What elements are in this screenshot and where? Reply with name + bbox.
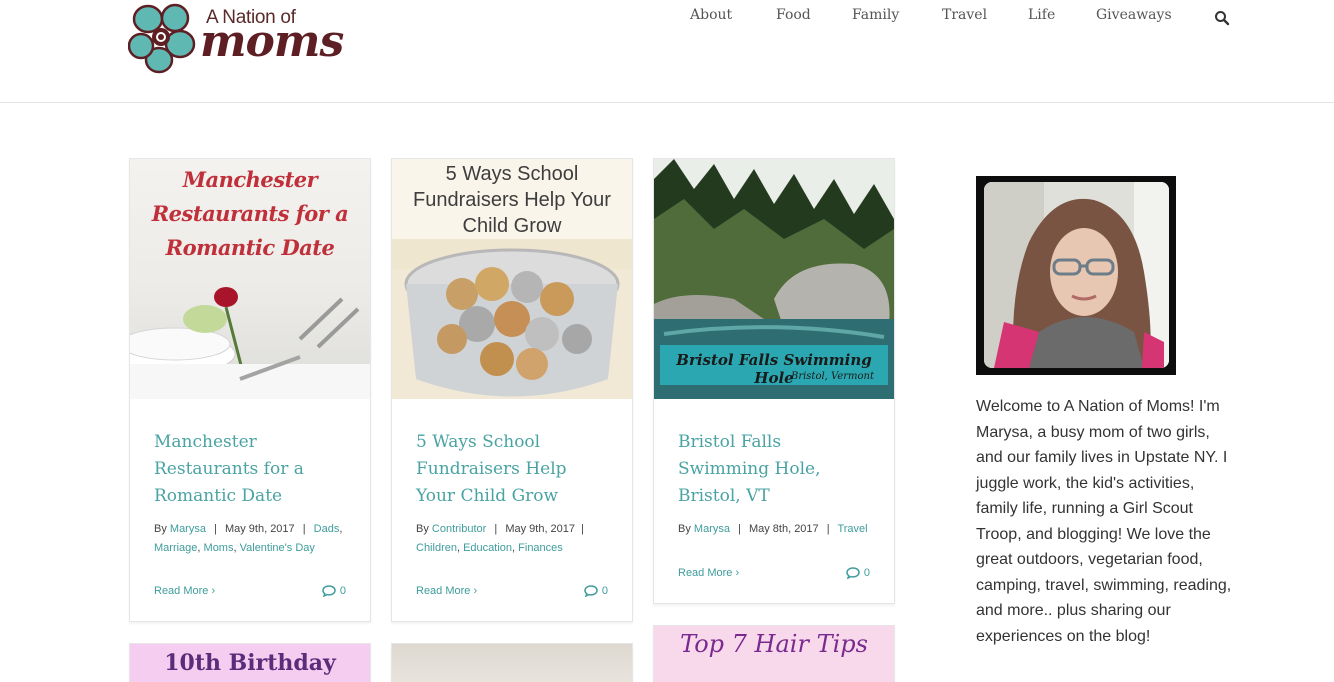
post-card: Manchester Restaurants for a Romantic Da… [129, 158, 371, 622]
post-card [391, 643, 633, 682]
nav-about[interactable]: About [690, 7, 776, 23]
flower-icon [128, 3, 196, 74]
read-more-link[interactable]: Read More › [154, 585, 215, 597]
main-nav: About Food Family Travel Life Giveaways [690, 7, 1172, 23]
post-card: Top 7 Hair Tips [653, 625, 895, 682]
post-title[interactable]: 5 Ways School Fundraisers Help Your Chil… [416, 429, 608, 510]
post-meta: By Marysa | May 9th, 2017 | Dads, Marria… [154, 523, 343, 554]
thumbnail-title: 5 Ways School Fundraisers Help Your Chil… [413, 163, 611, 237]
welcome-text: Welcome to A Nation of Moms! I'm Marysa,… [976, 398, 1232, 645]
post-date: May 9th, 2017 [505, 523, 576, 535]
nav-giveaways[interactable]: Giveaways [1096, 7, 1172, 23]
thumbnail-subtitle: Bristol, Vermont [790, 371, 874, 382]
post-thumbnail[interactable]: Manchester Restaurants for a Romantic Da… [130, 159, 370, 399]
comment-icon [584, 585, 598, 597]
post-date: May 8th, 2017 [748, 523, 819, 535]
post-category[interactable]: Dads [314, 523, 340, 535]
post-card: Bristol Falls Swimming Hole Bristol, Ver… [653, 158, 895, 604]
nav-travel[interactable]: Travel [942, 7, 1028, 23]
comment-icon [322, 585, 336, 597]
thumbnail-title: Top 7 Hair Tips [680, 630, 868, 658]
thumbnail-title: 10th Birthday [164, 650, 336, 676]
read-more-link[interactable]: Read More › [416, 585, 477, 597]
post-thumbnail[interactable]: 10th Birthday [130, 644, 370, 682]
read-more-link[interactable]: Read More › [678, 567, 739, 579]
post-thumbnail[interactable] [392, 644, 632, 682]
comment-count: 0 [339, 585, 346, 597]
search-icon[interactable] [1214, 10, 1230, 26]
nav-family[interactable]: Family [852, 7, 942, 23]
post-thumbnail[interactable]: 5 Ways School Fundraisers Help Your Chil… [392, 159, 632, 399]
site-logo[interactable]: A Nation of moms [128, 0, 344, 75]
comment-icon [846, 566, 860, 579]
site-header: A Nation of moms About Food Family Trave… [0, 0, 1334, 103]
nav-life[interactable]: Life [1028, 7, 1096, 23]
post-meta: By Marysa | May 8th, 2017 | Travel [678, 523, 868, 535]
post-category[interactable]: Travel [837, 523, 867, 535]
post-date: May 9th, 2017 [224, 523, 295, 535]
post-category[interactable]: Valentine's Day [240, 542, 315, 554]
comments-link[interactable]: 0 [584, 585, 608, 597]
comment-count: 0 [863, 566, 870, 579]
post-category[interactable]: Marriage [154, 542, 197, 554]
post-meta: By Contributor | May 9th, 2017 | Childre… [416, 523, 584, 554]
post-category[interactable]: Moms [204, 542, 234, 554]
post-title[interactable]: Manchester Restaurants for a Romantic Da… [154, 429, 346, 510]
logo-wordmark: moms [200, 16, 344, 67]
post-title[interactable]: Bristol Falls Swimming Hole, Bristol, VT [678, 429, 838, 510]
post-category[interactable]: Children [416, 542, 457, 554]
post-thumbnail[interactable]: Bristol Falls Swimming Hole Bristol, Ver… [654, 159, 894, 399]
post-thumbnail[interactable]: Top 7 Hair Tips [654, 626, 894, 682]
comment-count: 0 [601, 585, 608, 597]
post-category[interactable]: Finances [518, 542, 563, 554]
post-category[interactable]: Education [463, 542, 512, 554]
post-author[interactable]: Marysa [170, 523, 206, 535]
post-author[interactable]: Contributor [432, 523, 486, 535]
post-card: 10th Birthday [129, 643, 371, 682]
nav-food[interactable]: Food [776, 7, 852, 23]
comments-link[interactable]: 0 [846, 567, 870, 579]
post-card: 5 Ways School Fundraisers Help Your Chil… [391, 158, 633, 622]
post-author[interactable]: Marysa [694, 523, 730, 535]
comments-link[interactable]: 0 [322, 585, 346, 597]
author-photo [976, 176, 1176, 375]
